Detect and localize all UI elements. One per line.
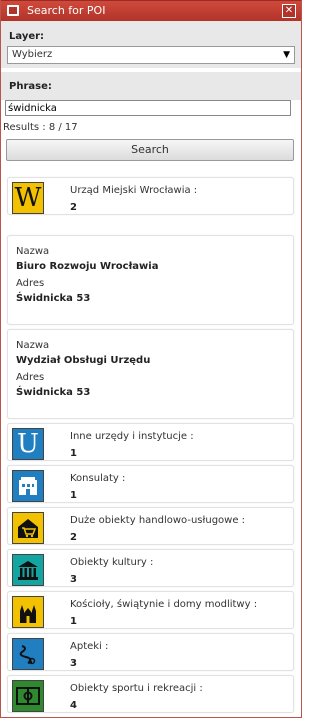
category-name: Kościoły, świątynie i domy modlitwy : (70, 599, 258, 610)
results-list: W Urząd Miejski Wrocławia : 2 Nazwa Biur… (1, 177, 301, 713)
name-label: Nazwa (16, 340, 50, 351)
poi-name: Biuro Rozwoju Wrocławia (16, 261, 159, 272)
poi-address: Świdnicka 53 (16, 293, 91, 304)
shopping-cart-icon (12, 512, 44, 544)
layer-select-value: Wybierz (12, 49, 53, 60)
result-detail-card[interactable]: Nazwa Wydział Obsługi Urzędu Adres Świdn… (7, 329, 294, 419)
title-bar[interactable]: Search for POI ✕ (1, 0, 301, 21)
category-item-inne-urzedy[interactable]: U Inne urzędy i instytucje : 1 (7, 423, 294, 461)
address-label: Adres (16, 372, 45, 383)
window-icon (7, 5, 19, 16)
category-item-apteki[interactable]: Apteki : 3 (7, 633, 294, 671)
category-name: Duże obiekty handlowo-usługowe : (70, 515, 246, 526)
category-count: 4 (70, 700, 77, 711)
category-name: Obiekty sportu i rekreacji : (70, 683, 203, 694)
poi-search-panel: Search for POI ✕ Layer: Wybierz ▼ Phrase… (0, 0, 302, 718)
category-count: 1 (70, 448, 77, 459)
category-item-urzad-miejski[interactable]: W Urząd Miejski Wrocławia : 2 (7, 177, 294, 215)
phrase-label: Phrase: (9, 81, 52, 92)
layer-select[interactable]: Wybierz ▼ (7, 46, 295, 64)
museum-icon (12, 554, 44, 586)
category-count: 3 (70, 658, 77, 669)
category-name: Urząd Miejski Wrocławia : (70, 185, 198, 196)
letter-w-icon: W (12, 182, 44, 214)
close-icon[interactable]: ✕ (282, 4, 296, 18)
chevron-down-icon[interactable]: ▼ (283, 47, 290, 63)
address-label: Adres (16, 278, 45, 289)
result-detail-card[interactable]: Nazwa Biuro Rozwoju Wrocławia Adres Świd… (7, 235, 294, 325)
category-name: Apteki : (70, 641, 109, 652)
sports-field-icon (12, 680, 44, 712)
category-item-obiekty-kultury[interactable]: Obiekty kultury : 3 (7, 549, 294, 587)
layer-section: Layer: Wybierz ▼ (1, 21, 301, 68)
category-item-koscioly[interactable]: Kościoły, świątynie i domy modlitwy : 1 (7, 591, 294, 629)
category-item-konsulaty[interactable]: Konsulaty : 1 (7, 465, 294, 503)
phrase-input[interactable] (5, 100, 291, 116)
layer-label: Layer: (9, 31, 45, 42)
results-count: Results : 8 / 17 (3, 122, 78, 133)
category-count: 2 (70, 532, 77, 543)
church-icon (12, 596, 44, 628)
consulate-building-icon (12, 470, 44, 502)
pharmacy-snake-icon (12, 638, 44, 670)
category-item-duze-obiekty[interactable]: Duże obiekty handlowo-usługowe : 2 (7, 507, 294, 545)
search-button[interactable]: Search (6, 139, 294, 161)
letter-u-icon: U (12, 428, 44, 460)
category-count: 3 (70, 574, 77, 585)
category-name: Obiekty kultury : (70, 557, 154, 568)
category-name: Konsulaty : (70, 473, 126, 484)
category-name: Inne urzędy i instytucje : (70, 431, 194, 442)
category-count: 2 (70, 202, 77, 213)
phrase-section: Phrase: (1, 72, 301, 100)
poi-address: Świdnicka 53 (16, 387, 91, 398)
category-count: 1 (70, 616, 77, 627)
poi-name: Wydział Obsługi Urzędu (16, 355, 151, 366)
name-label: Nazwa (16, 246, 50, 257)
category-count: 1 (70, 490, 77, 501)
category-item-sport[interactable]: Obiekty sportu i rekreacji : 4 (7, 675, 294, 713)
window-title: Search for POI (27, 4, 106, 17)
